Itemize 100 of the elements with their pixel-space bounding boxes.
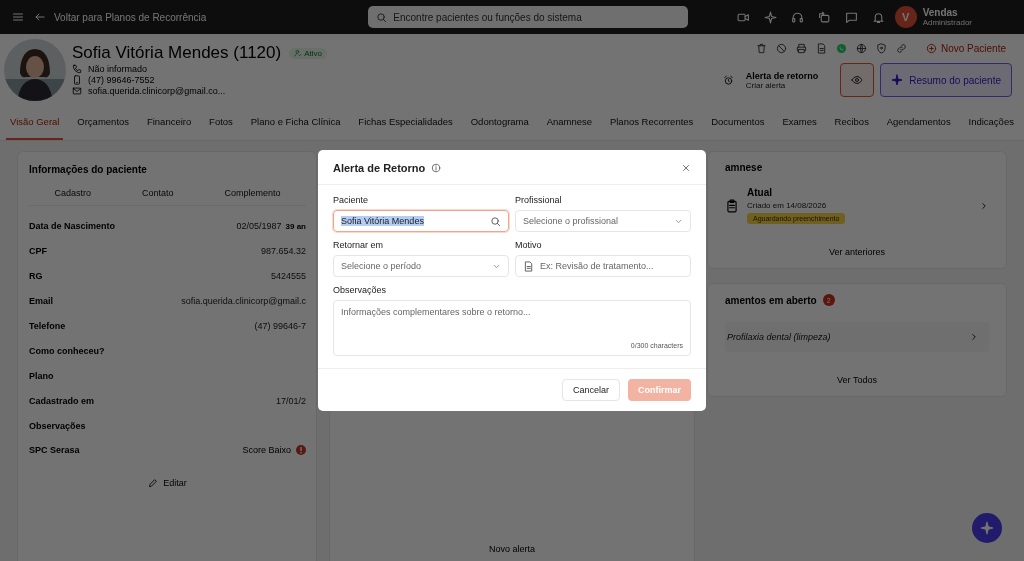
field-label: Motivo [515,240,543,250]
bell-icon[interactable] [871,10,885,24]
phone-icon [72,64,82,74]
menu-icon[interactable] [12,11,24,23]
field-label: Cadastrado em [29,395,95,406]
anamnese-title: Atual [747,187,773,198]
subtab[interactable]: Cadastro [48,187,97,199]
new-alert-button[interactable]: Novo alerta [483,543,541,555]
globe-icon[interactable] [855,43,867,54]
patient-email: sofia.querida.clinicorp@gmail.co... [88,86,226,96]
email-icon [72,86,82,96]
user-role: Administrador [922,18,972,27]
tab[interactable]: Odontograma [466,105,533,140]
select-field[interactable]: Selecione o profissional [515,210,691,232]
document-icon[interactable] [815,43,827,54]
subtab[interactable]: Complemento [218,187,287,199]
field-value: 17/01/2 [275,395,306,406]
field-label: Observações [29,420,86,431]
input-field[interactable]: Ex: Revisão de tratamento... [515,255,691,277]
patient-phone: Não informado [88,64,148,74]
user-name: Vendas [922,7,959,18]
chevron-right-icon[interactable] [969,332,979,342]
block-icon[interactable] [775,43,787,54]
new-patient-button[interactable]: Novo Paciente [919,42,1012,55]
tab[interactable]: Planos Recorrentes [605,105,698,140]
shield-icon[interactable] [875,43,887,54]
see-previous-link[interactable]: Ver anteriores [823,246,891,258]
alarm-icon [722,74,734,86]
field-value: Score Baixo [242,445,291,456]
sparkle-icon [891,74,904,86]
field-label: Observações [333,285,388,295]
field-label: CPF [29,246,47,257]
tab[interactable]: Exames [778,105,821,140]
see-all-link[interactable]: Ver Todos [831,374,883,386]
search-icon [376,11,388,23]
field-label: Profissional [515,195,563,205]
tab[interactable]: Recibos [830,105,873,140]
document-icon [523,260,534,272]
tab[interactable]: Orçamentos [73,105,134,140]
plus-icon [925,43,937,54]
field-label: RG [29,271,43,282]
field-label: Plano [29,370,54,381]
assistant-button[interactable] [972,513,1002,543]
field-label: Como conheceu? [29,345,105,356]
headset-icon[interactable] [790,10,804,24]
edit-button[interactable]: Editar [142,476,193,489]
create-alert-link[interactable]: Criar alerta [745,80,819,90]
card-title: amentos em aberto [725,294,817,306]
patient-summary-button[interactable]: Resumo do paciente [880,63,1012,97]
patient-phone: (47) 99646-7552 [88,75,155,85]
field-value: 02/05/1987 39 an [236,221,306,232]
chevron-right-icon[interactable] [979,200,989,211]
view-button[interactable] [840,63,875,97]
field-label: SPC Serasa [29,445,80,456]
tab[interactable]: Visão Geral [6,105,64,140]
search-field[interactable]: Encontre pacientes ou funções do sistema [368,6,689,28]
sparkle-icon [980,521,994,535]
input-field[interactable]: Sofia Vitória Mendes [333,210,509,232]
tab[interactable]: Financeiro [142,105,196,140]
cancel-button[interactable]: Cancelar [561,379,620,401]
field-value: 5424555 [270,271,306,282]
field-label: Paciente [333,195,370,205]
info-icon[interactable] [431,163,442,173]
field-label: Email [29,296,53,307]
back-arrow-icon [34,11,46,23]
mobile-icon [72,75,82,85]
tab[interactable]: Agendamentos [882,105,955,140]
close-icon[interactable] [681,163,691,173]
user-avatar[interactable]: V [894,6,917,28]
card-title: amnese [725,162,764,173]
sparkle-icon[interactable] [763,10,777,24]
budget-item[interactable]: Profilaxia dental (limpeza) [727,332,831,342]
field-value: 987.654.32 [260,246,306,257]
patient-name: Sofia Vitória Mendes (1120) [72,43,282,63]
tab[interactable]: Anamnese [542,105,597,140]
eye-icon [851,74,864,86]
tab[interactable]: Fotos [205,105,237,140]
tab[interactable]: Indicações [964,105,1018,140]
field-label: Retornar em [333,240,385,250]
anamnese-date: Criado em 14/08/2026 [747,201,828,210]
trash-icon[interactable] [755,43,767,54]
printer-icon[interactable] [795,43,807,54]
pencil-icon [148,477,159,488]
chat-icon[interactable] [844,10,858,24]
card-title: Informações do paciente [29,164,148,175]
return-alert-title[interactable]: Alerta de retorno [745,70,819,81]
field-label: Data de Nascimento [29,221,116,232]
subtab[interactable]: Contato [136,187,180,199]
link-icon[interactable] [895,43,907,54]
back-link[interactable]: Voltar para Planos de Recorrência [34,11,207,23]
dialog-title: Alerta de Retorno [333,162,426,174]
field-label: Telefone [29,321,66,331]
tab[interactable]: Plano e Ficha Clínica [246,105,345,140]
user-check-icon [294,49,303,57]
tab[interactable]: Fichas Especialidades [354,105,457,140]
select-field[interactable]: Selecione o período [333,255,509,277]
search-icon [490,215,501,227]
status-badge: Ativo [289,47,327,59]
tab[interactable]: Documentos [707,105,769,140]
card-swap-icon[interactable] [817,10,831,24]
